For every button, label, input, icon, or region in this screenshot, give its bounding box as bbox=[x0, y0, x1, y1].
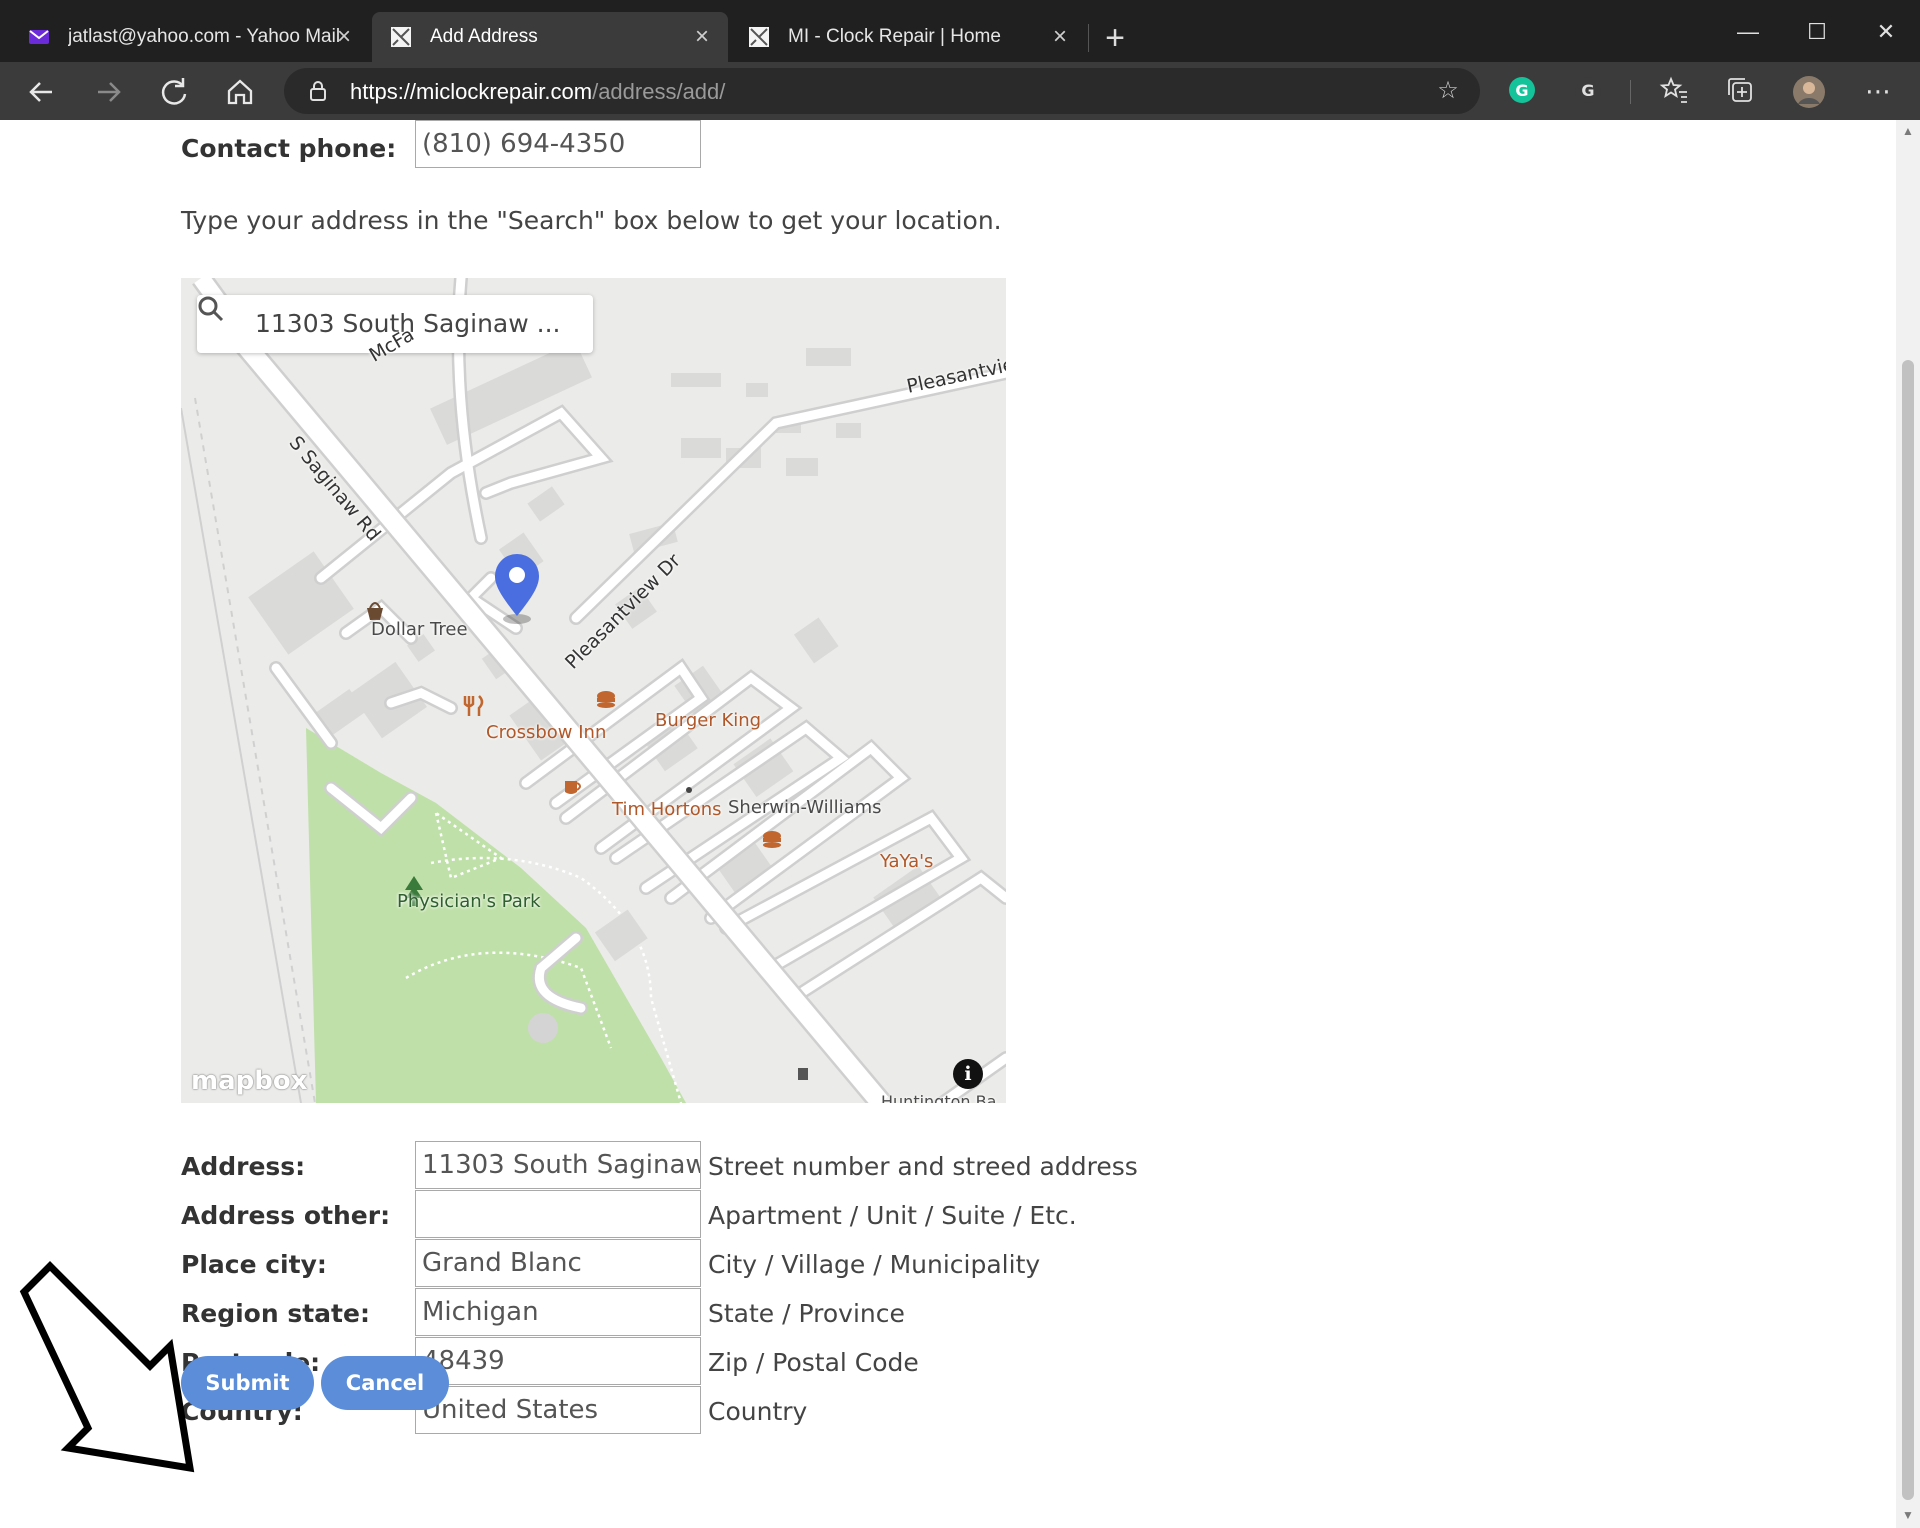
page-scrollbar[interactable]: ▲ ▼ bbox=[1896, 120, 1920, 1528]
tab-yahoo-mail[interactable]: jatlast@yahoo.com - Yahoo Mail × bbox=[10, 12, 370, 62]
svg-text:G: G bbox=[1515, 81, 1528, 100]
mapbox-logo[interactable]: mapbox bbox=[191, 1066, 308, 1096]
yahoo-mail-icon bbox=[28, 26, 50, 48]
annotation-arrow-icon bbox=[19, 1261, 195, 1473]
poi-crossbow-inn[interactable]: Crossbow Inn bbox=[486, 722, 606, 743]
extension-g-icon[interactable]: G bbox=[1572, 75, 1604, 107]
address-bar[interactable]: https://miclockrepair.com/address/add/ ☆ bbox=[284, 68, 1480, 114]
address-input[interactable]: 11303 South Saginaw Rd bbox=[415, 1141, 701, 1189]
browser-toolbar: https://miclockrepair.com/address/add/ ☆… bbox=[0, 62, 1920, 120]
poi-sherwin-williams[interactable]: Sherwin-Williams bbox=[728, 797, 882, 818]
lock-icon bbox=[310, 81, 326, 101]
map-canvas[interactable] bbox=[181, 278, 1006, 1103]
place-city-hint: City / Village / Municipality bbox=[708, 1250, 1041, 1279]
country-input[interactable]: United States bbox=[415, 1386, 701, 1434]
favorites-icon[interactable] bbox=[1658, 75, 1690, 107]
url-path: /address/add/ bbox=[592, 79, 726, 104]
close-icon[interactable]: × bbox=[690, 25, 714, 49]
tab-title: MI - Clock Repair | Home bbox=[788, 26, 1001, 47]
tab-title: Add Address bbox=[430, 26, 538, 47]
profile-avatar[interactable] bbox=[1792, 75, 1825, 108]
tab-divider bbox=[1088, 24, 1089, 52]
region-state-input[interactable]: Michigan bbox=[415, 1288, 701, 1336]
contact-phone-label: Contact phone: bbox=[181, 134, 397, 163]
forward-arrow-icon bbox=[98, 82, 121, 102]
poi-tim-hortons[interactable]: Tim Hortons bbox=[612, 799, 722, 820]
cancel-button[interactable]: Cancel bbox=[321, 1356, 449, 1410]
tab-bar: jatlast@yahoo.com - Yahoo Mail × Add Add… bbox=[0, 0, 1920, 62]
scroll-up-icon[interactable]: ▲ bbox=[1901, 124, 1915, 138]
home-icon bbox=[227, 79, 253, 105]
home-button[interactable] bbox=[218, 70, 262, 114]
country-hint: Country bbox=[708, 1397, 808, 1426]
poi-huntington[interactable]: Huntington Ba bbox=[881, 1092, 996, 1103]
region-state-hint: State / Province bbox=[708, 1299, 905, 1328]
close-icon[interactable]: × bbox=[332, 25, 356, 49]
location-map[interactable]: 11303 South Saginaw ... S Saginaw Rd Ple… bbox=[181, 278, 1006, 1103]
address-label: Address: bbox=[181, 1152, 306, 1181]
page-content: Contact phone: (810) 694-4350 Type your … bbox=[0, 120, 1896, 1528]
clock-site-icon bbox=[390, 26, 412, 48]
poi-dollar-tree[interactable]: Dollar Tree bbox=[371, 619, 468, 640]
poi-burger-king[interactable]: Burger King bbox=[655, 710, 761, 731]
back-button[interactable] bbox=[20, 70, 64, 114]
search-icon bbox=[198, 296, 224, 322]
forward-button[interactable] bbox=[86, 70, 130, 114]
minimize-button[interactable]: — bbox=[1728, 12, 1768, 52]
new-tab-button[interactable]: + bbox=[1100, 18, 1130, 58]
maximize-button[interactable]: ☐ bbox=[1797, 12, 1837, 52]
poi-yayas[interactable]: YaYa's bbox=[880, 851, 933, 872]
close-icon[interactable]: × bbox=[1048, 25, 1072, 49]
tab-clock-repair-home[interactable]: MI - Clock Repair | Home × bbox=[730, 12, 1086, 62]
poi-physicians-park[interactable]: Physician's Park bbox=[397, 891, 541, 912]
refresh-icon bbox=[161, 78, 187, 105]
address-other-hint: Apartment / Unit / Suite / Etc. bbox=[708, 1201, 1077, 1230]
toolbar-divider bbox=[1630, 80, 1631, 104]
grammarly-icon[interactable]: G bbox=[1506, 75, 1538, 107]
scrollbar-thumb[interactable] bbox=[1902, 360, 1914, 1500]
url-host: https://miclockrepair.com bbox=[350, 79, 593, 104]
map-instructions: Type your address in the "Search" box be… bbox=[181, 206, 1002, 235]
address-hint: Street number and streed address bbox=[708, 1152, 1138, 1181]
address-other-input[interactable] bbox=[415, 1190, 701, 1238]
address-other-label: Address other: bbox=[181, 1201, 391, 1230]
scroll-down-icon[interactable]: ▼ bbox=[1901, 1508, 1915, 1522]
url-text: https://miclockrepair.com/address/add/ bbox=[350, 79, 725, 105]
postcode-hint: Zip / Postal Code bbox=[708, 1348, 919, 1377]
refresh-button[interactable] bbox=[152, 70, 196, 114]
back-arrow-icon bbox=[29, 82, 52, 102]
more-menu-icon[interactable]: ⋯ bbox=[1862, 75, 1894, 107]
place-city-input[interactable]: Grand Blanc bbox=[415, 1239, 701, 1287]
add-favorite-icon[interactable]: ☆ bbox=[1434, 77, 1462, 105]
postcode-input[interactable]: 48439 bbox=[415, 1337, 701, 1385]
region-state-label: Region state: bbox=[181, 1299, 370, 1328]
info-icon[interactable]: i bbox=[953, 1059, 983, 1089]
svg-text:G: G bbox=[1581, 81, 1594, 100]
tab-add-address[interactable]: Add Address × bbox=[372, 12, 728, 62]
close-window-button[interactable]: ✕ bbox=[1866, 12, 1906, 52]
tab-title: jatlast@yahoo.com - Yahoo Mail bbox=[68, 26, 341, 47]
contact-phone-input[interactable]: (810) 694-4350 bbox=[415, 120, 701, 168]
clock-site-icon bbox=[748, 26, 770, 48]
collections-icon[interactable] bbox=[1724, 75, 1756, 107]
